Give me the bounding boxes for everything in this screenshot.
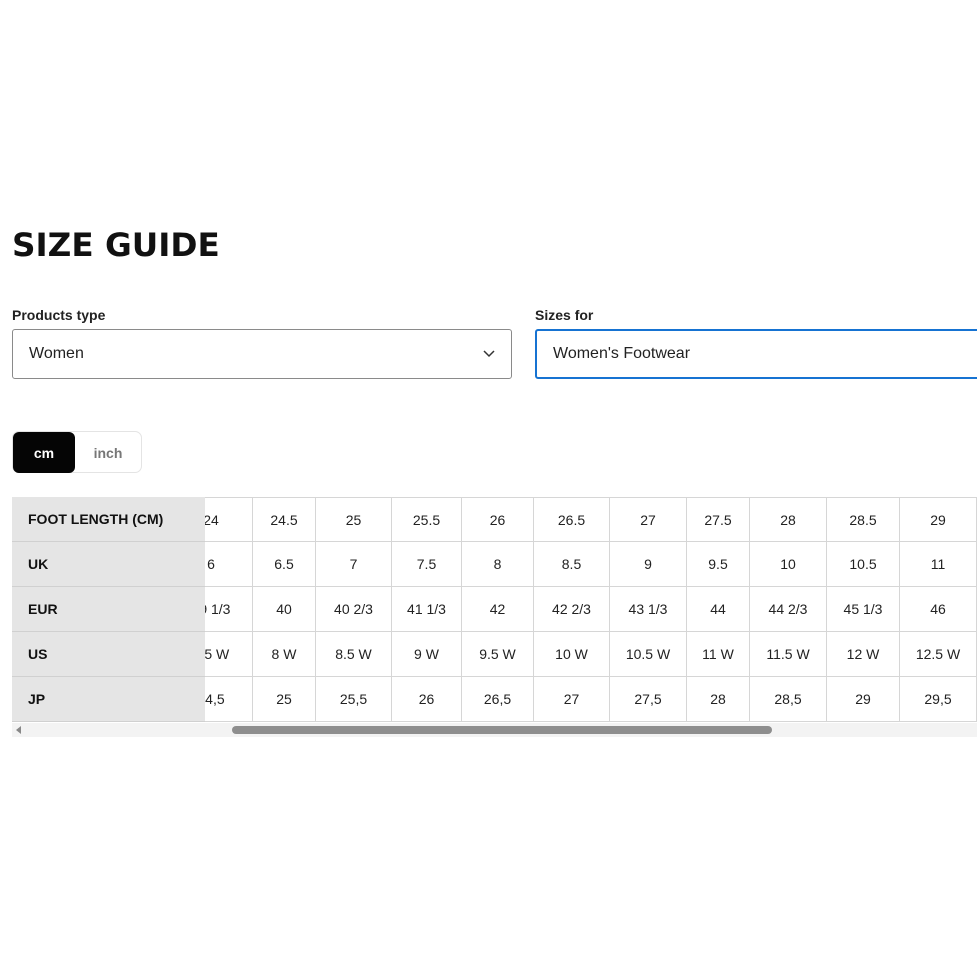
products-type-label: Products type: [12, 307, 106, 323]
sizes-for-value: Women's Footwear: [553, 345, 691, 362]
table-cell: 10.5: [827, 542, 900, 587]
table-cell: 28.5: [827, 497, 900, 542]
table-cell: 27.5: [687, 497, 750, 542]
table-row: 24 24.5 25 25.5 26 26.5 27 27.5 28 28.5 29 FOOT LEN…: [12, 497, 977, 542]
horizontal-scrollbar[interactable]: [12, 723, 977, 737]
chevron-down-icon: [483, 350, 495, 358]
table-row: 39 1/3 40 40 2/3 41 1/3 42 42 2/3 43 1/3 44 44 2…: [12, 587, 977, 632]
table-cell: 8.5: [534, 542, 610, 587]
table-cell: 10: [750, 542, 827, 587]
table-cell: 42: [462, 587, 534, 632]
table-cell: 44 2/3: [750, 587, 827, 632]
table-cell: 12 W: [827, 632, 900, 677]
unit-cm-button[interactable]: cm: [13, 432, 75, 473]
table-cell: 8: [462, 542, 534, 587]
table-cell: 27,5: [610, 677, 687, 722]
row-header-uk: UK: [12, 542, 205, 587]
row-header-jp: JP: [12, 677, 205, 722]
products-type-select[interactable]: Women: [12, 329, 512, 379]
table-cell: 26.5: [534, 497, 610, 542]
table-cell: 8 W: [253, 632, 316, 677]
table-cell: 9.5: [687, 542, 750, 587]
size-table: 24 24.5 25 25.5 26 26.5 27 27.5 28 28.5 29 FOOT LEN…: [12, 497, 977, 723]
table-cell: 11: [900, 542, 977, 587]
table-cell: 11.5 W: [750, 632, 827, 677]
table-cell: 29,5: [900, 677, 977, 722]
table-cell: 25.5: [392, 497, 462, 542]
scroll-left-arrow-icon[interactable]: [16, 726, 21, 734]
table-cell: 28,5: [750, 677, 827, 722]
unit-toggle: cm inch: [12, 431, 142, 473]
table-cell: 28: [750, 497, 827, 542]
table-cell: 10 W: [534, 632, 610, 677]
row-header-us: US: [12, 632, 205, 677]
table-cell: 27: [610, 497, 687, 542]
table-cell: 10.5 W: [610, 632, 687, 677]
table-row: 24,5 25 25,5 26 26,5 27 27,5 28 28,5 29 29,5 JP: [12, 677, 977, 722]
table-cell: 28: [687, 677, 750, 722]
table-cell: 11 W: [687, 632, 750, 677]
table-cell: 40: [253, 587, 316, 632]
table-cell: 9 W: [392, 632, 462, 677]
table-cell: 45 1/3: [827, 587, 900, 632]
table-cell: 26,5: [462, 677, 534, 722]
table-cell: 25,5: [316, 677, 392, 722]
table-cell: 26: [462, 497, 534, 542]
table-cell: 8.5 W: [316, 632, 392, 677]
table-cell: 12.5 W: [900, 632, 977, 677]
sizes-for-select[interactable]: Women's Footwear: [535, 329, 977, 379]
scroll-thumb[interactable]: [232, 726, 772, 734]
table-cell: 9: [610, 542, 687, 587]
page-title: SIZE GUIDE: [12, 226, 220, 264]
table-cell: 29: [900, 497, 977, 542]
table-cell: 24.5: [253, 497, 316, 542]
table-row: 6 6.5 7 7.5 8 8.5 9 9.5 10 10.5 11 UK: [12, 542, 977, 587]
row-header-eur: EUR: [12, 587, 205, 632]
table-cell: 25: [316, 497, 392, 542]
row-header-foot-length: FOOT LENGTH (CM): [12, 497, 205, 542]
table-cell: 43 1/3: [610, 587, 687, 632]
table-cell: 25: [253, 677, 316, 722]
table-cell: 7.5: [392, 542, 462, 587]
table-cell: 40 2/3: [316, 587, 392, 632]
table-cell: 29: [827, 677, 900, 722]
table-cell: 42 2/3: [534, 587, 610, 632]
products-type-value: Women: [29, 345, 84, 362]
table-cell: 44: [687, 587, 750, 632]
table-row: 7.5 W8 W 8.5 W9 W 9.5 W 10 W 10.5 W 11 W 11.5 …: [12, 632, 977, 677]
unit-inch-button[interactable]: inch: [77, 432, 139, 473]
table-cell: 7: [316, 542, 392, 587]
table-cell: 46: [900, 587, 977, 632]
sizes-for-label: Sizes for: [535, 307, 594, 323]
table-cell: 9.5 W: [462, 632, 534, 677]
table-cell: 6.5: [253, 542, 316, 587]
table-cell: 27: [534, 677, 610, 722]
table-cell: 41 1/3: [392, 587, 462, 632]
table-cell: 26: [392, 677, 462, 722]
